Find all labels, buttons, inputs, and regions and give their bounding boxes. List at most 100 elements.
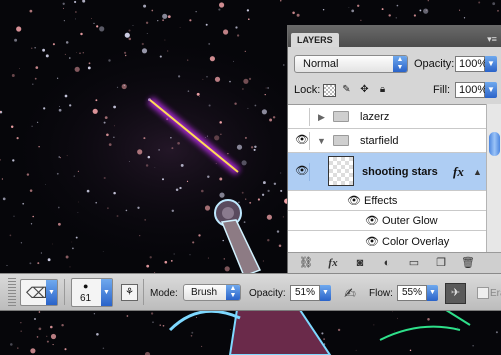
fx-icon[interactable]: fx bbox=[453, 164, 464, 180]
effects-toggle-icon[interactable]: ▲ bbox=[473, 167, 482, 177]
star-particle bbox=[195, 11, 197, 13]
star-particle bbox=[219, 192, 225, 198]
blend-mode-stepper-icon: ▲ ▼ bbox=[393, 56, 407, 72]
star-particle bbox=[93, 22, 95, 25]
star-particle bbox=[121, 83, 127, 90]
star-particle bbox=[229, 329, 231, 330]
eye-icon[interactable]: 👁︎ bbox=[365, 214, 379, 227]
trash-icon[interactable]: 🗑︎ bbox=[460, 256, 476, 270]
star-particle bbox=[14, 38, 18, 42]
star-particle bbox=[177, 141, 180, 145]
fill-dropdown-icon[interactable]: ▼ bbox=[485, 82, 497, 98]
airbrush-icon[interactable]: ✈︎ bbox=[445, 283, 466, 304]
opacity-dropdown-icon[interactable]: ▼ bbox=[320, 285, 331, 301]
panel-menu-icon[interactable]: ▾≡ bbox=[486, 34, 498, 44]
lock-pixels-icon[interactable]: ✎ bbox=[341, 84, 352, 95]
blend-mode-select[interactable]: Normal ▲ ▼ bbox=[294, 55, 408, 73]
star-particle bbox=[22, 202, 25, 205]
star-particle bbox=[164, 260, 168, 264]
pressure-opacity-icon[interactable]: ✍︎ bbox=[341, 284, 359, 302]
flow-dropdown-icon[interactable]: ▼ bbox=[427, 285, 438, 301]
layer-list-scrollbar[interactable] bbox=[486, 104, 501, 252]
visibility-toggle[interactable] bbox=[291, 108, 310, 126]
expand-arrow-icon[interactable]: ▶ bbox=[318, 112, 325, 123]
mode-select[interactable]: Brush ▲ ▼ bbox=[183, 284, 241, 301]
effect-row-outer-glow[interactable]: 👁︎ Outer Glow bbox=[288, 211, 486, 231]
brush-tip-icon: ● bbox=[83, 281, 89, 291]
star-particle bbox=[196, 92, 200, 96]
effect-row-color-overlay[interactable]: 👁︎ Color Overlay bbox=[288, 231, 486, 253]
star-particle bbox=[167, 15, 171, 18]
star-particle bbox=[215, 163, 217, 164]
star-particle bbox=[167, 50, 169, 52]
eye-icon[interactable]: 👁︎ bbox=[347, 194, 361, 207]
star-particle bbox=[267, 239, 270, 242]
star-particle bbox=[280, 189, 283, 192]
erase-to-history-checkbox[interactable] bbox=[477, 287, 489, 299]
adjustment-icon[interactable]: ◐ bbox=[379, 256, 395, 270]
star-particle bbox=[244, 136, 247, 139]
star-particle bbox=[267, 87, 269, 89]
star-particle bbox=[282, 216, 284, 218]
star-particle bbox=[373, 324, 375, 326]
star-particle bbox=[124, 51, 127, 54]
brush-preset-picker[interactable]: ● 61 ▼ bbox=[71, 278, 113, 307]
opacity-input[interactable]: 51% bbox=[290, 285, 320, 301]
visibility-toggle[interactable]: 👁︎ bbox=[291, 163, 310, 181]
layer-name: shooting stars bbox=[362, 166, 438, 178]
toolbar-grip[interactable] bbox=[8, 278, 16, 306]
flow-input[interactable]: 55% bbox=[397, 285, 427, 301]
eraser-icon: ⌫ bbox=[26, 285, 48, 302]
mask-icon[interactable]: ◙ bbox=[352, 256, 368, 270]
layer-row-starfield[interactable]: 👁︎ ▼ starfield bbox=[288, 129, 486, 153]
fx-icon[interactable]: fx bbox=[325, 256, 341, 270]
folder-icon bbox=[333, 111, 349, 122]
star-particle bbox=[157, 20, 159, 22]
lock-all-icon[interactable]: 🔒︎ bbox=[377, 84, 388, 95]
star-particle bbox=[144, 219, 147, 221]
scrollbar-thumb[interactable] bbox=[489, 132, 500, 156]
star-particle bbox=[207, 175, 210, 178]
star-particle bbox=[162, 13, 168, 19]
star-particle bbox=[235, 26, 238, 29]
star-particle bbox=[75, 18, 77, 20]
lock-transparency-icon[interactable] bbox=[323, 84, 336, 97]
collapse-arrow-icon[interactable]: ▼ bbox=[317, 136, 326, 146]
effects-row[interactable]: 👁︎ Effects bbox=[288, 191, 486, 211]
star-particle bbox=[214, 135, 220, 141]
eye-icon[interactable]: 👁︎ bbox=[365, 235, 379, 248]
star-particle bbox=[9, 234, 12, 237]
star-particle bbox=[177, 75, 181, 78]
lock-position-icon[interactable]: ✥ bbox=[359, 84, 370, 95]
opacity-dropdown-icon[interactable]: ▼ bbox=[485, 56, 497, 72]
star-particle bbox=[45, 184, 46, 185]
folder-icon[interactable]: ▭ bbox=[406, 256, 422, 270]
star-particle bbox=[76, 52, 78, 53]
brush-panel-toggle-icon[interactable]: ⚘ bbox=[121, 284, 138, 301]
star-particle bbox=[273, 182, 277, 186]
star-particle bbox=[77, 212, 79, 213]
star-particle bbox=[245, 198, 247, 200]
star-particle bbox=[123, 84, 125, 86]
layer-row-lazerz[interactable]: ▶ lazerz bbox=[288, 105, 486, 129]
star-particle bbox=[214, 76, 221, 82]
star-particle bbox=[204, 205, 211, 211]
new-layer-icon[interactable]: ❐ bbox=[433, 256, 449, 270]
star-particle bbox=[280, 172, 282, 174]
star-particle bbox=[222, 239, 224, 242]
star-particle bbox=[261, 193, 265, 196]
star-particle bbox=[241, 191, 244, 194]
visibility-toggle[interactable]: 👁︎ bbox=[291, 132, 310, 150]
layer-row-shooting-stars[interactable]: 👁︎ shooting stars fx ▲ bbox=[288, 153, 486, 191]
opacity-label: Opacity: bbox=[249, 288, 286, 299]
opacity-input[interactable]: 100% bbox=[455, 56, 487, 72]
link-icon[interactable]: ⛓︎ bbox=[298, 256, 314, 270]
tool-preset-picker[interactable]: ⌫ ▼ bbox=[20, 279, 58, 306]
tab-layers[interactable]: LAYERS bbox=[291, 33, 339, 47]
panel-titlebar[interactable]: LAYERS ▾≡ bbox=[288, 25, 501, 47]
star-particle bbox=[95, 201, 98, 204]
fill-input[interactable]: 100% bbox=[455, 82, 487, 98]
star-particle bbox=[116, 215, 119, 217]
star-particle bbox=[202, 78, 204, 80]
star-particle bbox=[463, 17, 466, 19]
